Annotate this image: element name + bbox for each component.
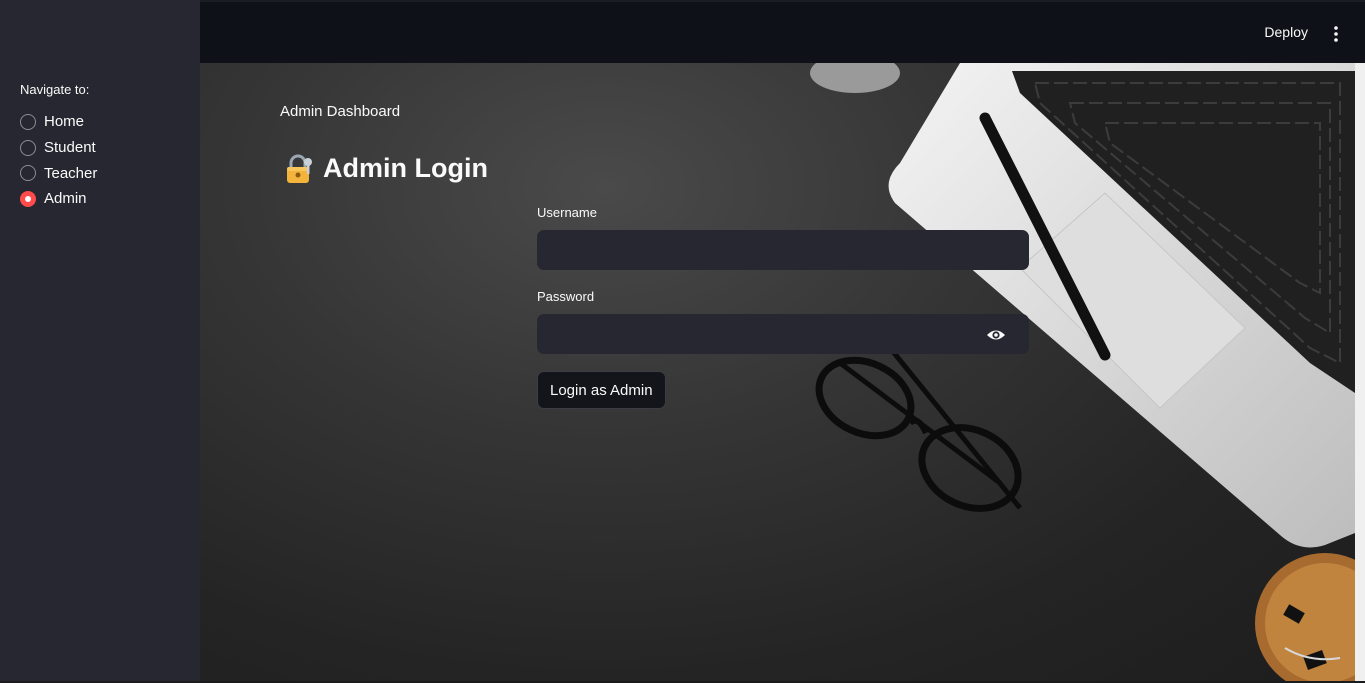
top-header: Deploy	[200, 0, 1365, 63]
deploy-button[interactable]: Deploy	[1264, 24, 1308, 40]
nav-option-admin[interactable]: Admin	[20, 186, 97, 212]
app-window: Navigate to: Home Student Teacher Admin …	[0, 0, 1365, 683]
radio-button[interactable]	[20, 165, 36, 182]
username-label: Username	[537, 205, 597, 220]
radio-button-selected[interactable]	[20, 190, 36, 207]
navigation-radio-group: Home Student Teacher Admin	[20, 109, 97, 212]
login-as-admin-button[interactable]: Login as Admin	[537, 371, 666, 409]
main-content: Admin Dashboard Admin Login Username Pas…	[200, 63, 1355, 683]
scrollbar[interactable]	[1355, 63, 1365, 683]
nav-option-student[interactable]: Student	[20, 135, 97, 161]
password-input[interactable]	[538, 315, 1028, 353]
nav-option-teacher[interactable]: Teacher	[20, 160, 97, 186]
page-subheading: Admin Dashboard	[280, 103, 401, 120]
nav-option-label: Teacher	[44, 164, 98, 182]
radio-button[interactable]	[20, 139, 36, 156]
nav-option-label: Home	[44, 113, 85, 131]
password-label: Password	[537, 289, 595, 304]
nav-option-label: Student	[44, 139, 96, 157]
password-field-container	[537, 314, 1029, 354]
sidebar: Navigate to: Home Student Teacher Admin	[0, 0, 200, 683]
username-input[interactable]	[538, 231, 1028, 269]
eye-icon[interactable]	[986, 327, 1006, 343]
nav-option-home[interactable]: Home	[20, 109, 97, 135]
page-title: Admin Login	[283, 153, 488, 184]
lock-with-key-icon	[287, 154, 312, 183]
username-field-container	[537, 230, 1029, 270]
page-title-text: Admin Login	[323, 153, 488, 183]
radio-button[interactable]	[20, 113, 36, 130]
vertical-dots-icon[interactable]	[1333, 26, 1339, 42]
nav-option-label: Admin	[44, 190, 87, 208]
nav-label: Navigate to:	[20, 82, 90, 97]
